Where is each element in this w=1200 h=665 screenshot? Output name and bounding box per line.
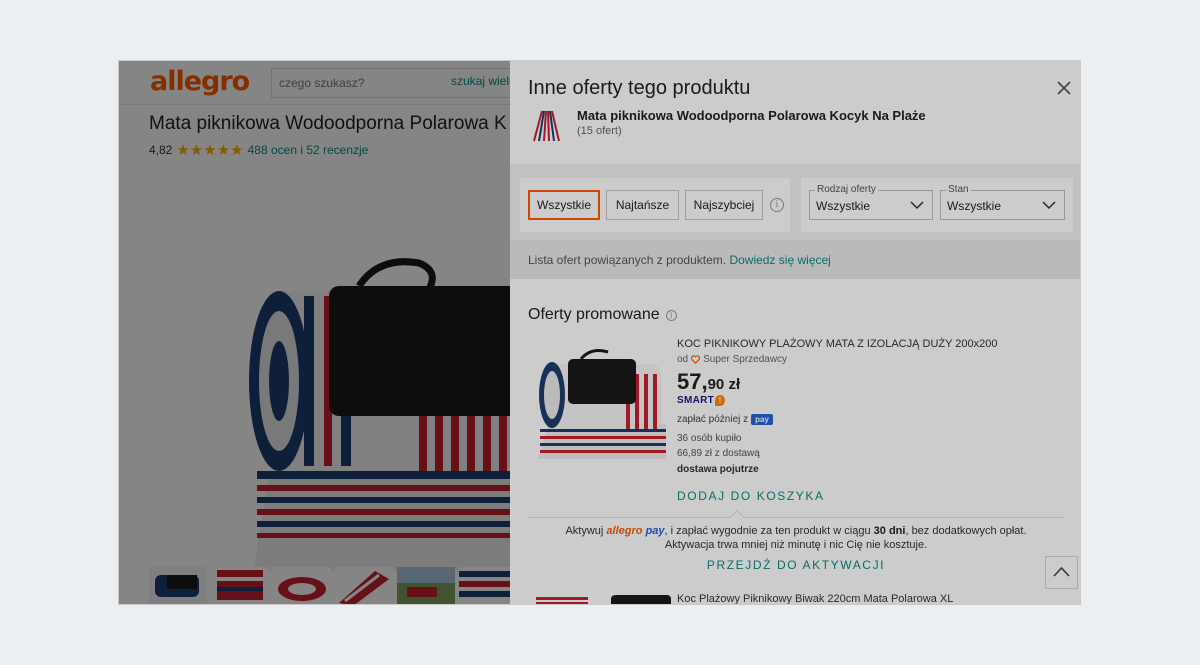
seller-label: Super Sprzedawcy bbox=[703, 354, 788, 365]
tab-fastest[interactable]: Najszybciej bbox=[685, 190, 763, 220]
price-with-delivery: 66,89 zł z dostawą bbox=[677, 448, 760, 459]
sort-tabs: Wszystkie Najtańsze Najszybciej i bbox=[520, 178, 790, 232]
offer-image[interactable] bbox=[536, 591, 676, 605]
pay-later-text: zapłać później z bbox=[677, 414, 749, 425]
chevron-down-icon bbox=[1042, 201, 1056, 210]
promo-prefix: Aktywuj bbox=[565, 525, 604, 537]
price-integer: 57, bbox=[677, 369, 708, 394]
seller-info: od Super Sprzedawcy bbox=[677, 354, 787, 365]
learn-more-link[interactable]: Dowiedz się więcej bbox=[729, 253, 830, 267]
smart-label: SMART bbox=[677, 395, 715, 406]
super-seller-icon bbox=[691, 355, 701, 364]
allegro-pay-logo-pay: pay bbox=[645, 525, 665, 537]
offer-title[interactable]: KOC PIKNIKOWY PLAŻOWY MATA Z IZOLACJĄ DU… bbox=[677, 338, 998, 350]
info-note: Lista ofert powiązanych z produktem. Dow… bbox=[510, 240, 1080, 279]
seller-prefix: od bbox=[677, 354, 689, 365]
divider bbox=[528, 517, 1064, 518]
product-name: Mata piknikowa Wodoodporna Polarowa Kocy… bbox=[577, 108, 926, 123]
offer-image[interactable] bbox=[536, 349, 666, 459]
chevron-up-icon bbox=[1053, 566, 1070, 577]
product-thumbnail bbox=[528, 105, 566, 145]
tab-all[interactable]: Wszystkie bbox=[528, 190, 600, 220]
info-icon[interactable]: i bbox=[770, 198, 784, 212]
allegro-pay-logo: allegro pay bbox=[606, 525, 664, 537]
panel-title: Inne oferty tego produktu bbox=[528, 77, 751, 99]
activate-button[interactable]: PRZEJDŹ DO AKTYWACJI bbox=[510, 558, 1080, 572]
promoted-offers-title: Oferty promowane bbox=[528, 306, 660, 323]
promo-days: 30 dni bbox=[873, 525, 906, 537]
price-decimal: 90 zł bbox=[707, 376, 741, 393]
bought-count: 36 osób kupiło bbox=[677, 433, 742, 444]
offer-title[interactable]: Koc Plażowy Piknikowy Biwak 220cm Mata P… bbox=[677, 593, 953, 604]
callout-caret bbox=[729, 509, 745, 525]
info-icon[interactable]: i bbox=[665, 309, 677, 321]
condition-select[interactable]: Stan Wszystkie bbox=[940, 184, 1065, 220]
offer-type-value: Wszystkie bbox=[816, 199, 870, 213]
smart-bolt-icon: ! bbox=[715, 395, 726, 406]
offer-count: (15 ofert) bbox=[577, 125, 622, 137]
filter-selects: Rodzaj oferty Wszystkie Stan Wszystkie bbox=[801, 178, 1073, 232]
pay-later-info: zapłać później z pay bbox=[677, 414, 773, 425]
allegro-pay-logo-allegro: allegro bbox=[606, 525, 643, 537]
close-icon[interactable] bbox=[1055, 79, 1073, 97]
allegro-pay-promo: Aktywuj allegro pay, i zapłać wygodnie z… bbox=[540, 524, 1052, 552]
promo-text-a: , i zapłać wygodnie za ten produkt w cią… bbox=[664, 525, 871, 537]
promoted-offers-heading: Oferty promowane i bbox=[528, 306, 677, 324]
allegro-pay-badge: pay bbox=[751, 414, 773, 425]
offer-type-select[interactable]: Rodzaj oferty Wszystkie bbox=[809, 184, 933, 220]
other-offers-panel: Inne oferty tego produktu Mata piknikowa… bbox=[510, 61, 1080, 605]
info-note-text: Lista ofert powiązanych z produktem. bbox=[528, 253, 727, 267]
filter-bar: Wszystkie Najtańsze Najszybciej i Rodzaj… bbox=[510, 164, 1080, 240]
tab-cheapest[interactable]: Najtańsze bbox=[606, 190, 679, 220]
add-to-cart-button[interactable]: DODAJ DO KOSZYKA bbox=[677, 489, 825, 503]
condition-label: Stan bbox=[946, 184, 971, 196]
smart-badge: SMART ! bbox=[677, 395, 726, 406]
offer-type-label: Rodzaj oferty bbox=[815, 184, 878, 196]
condition-value: Wszystkie bbox=[947, 199, 1001, 213]
chevron-down-icon bbox=[910, 201, 924, 210]
delivery-time: dostawa pojutrze bbox=[677, 464, 759, 475]
browser-viewport: allegro czego szukasz? szukaj wielu Mata… bbox=[118, 60, 1081, 605]
scroll-to-top-button[interactable] bbox=[1045, 556, 1078, 589]
offer-price: 57,90 zł bbox=[677, 369, 740, 395]
panel-header: Inne oferty tego produktu Mata piknikowa… bbox=[510, 61, 1080, 164]
